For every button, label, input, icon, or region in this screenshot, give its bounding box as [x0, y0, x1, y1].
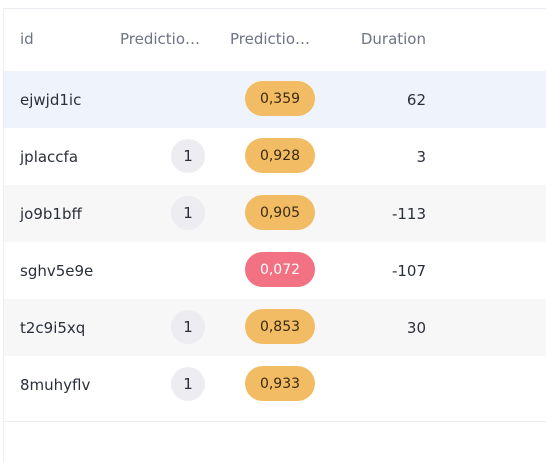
- table-row[interactable]: jplaccfa 1 0,928 3: [4, 128, 546, 185]
- prediction-count-badge: 1: [171, 367, 205, 401]
- table-row[interactable]: t2c9i5xq 1 0,853 30: [4, 299, 546, 356]
- cell-duration: 62: [406, 90, 426, 109]
- column-header-id[interactable]: id: [20, 9, 34, 69]
- column-header-prediction-score[interactable]: Predictio…: [230, 9, 316, 69]
- table-body: ejwjd1ic 0,359 62 jplaccfa 1 0,928 3 jo9b1bff 1 0…: [4, 71, 546, 413]
- table-row[interactable]: jo9b1bff 1 0,905 -113: [4, 185, 546, 242]
- prediction-score-pill: 0,905: [245, 195, 315, 230]
- prediction-score-pill: 0,928: [245, 138, 315, 173]
- table-row[interactable]: sghv5e9e 0,072 -107: [4, 242, 546, 299]
- table-header: id Predictio… Predictio… Duration: [4, 9, 546, 69]
- prediction-score-pill: 0,853: [245, 309, 315, 344]
- data-table: id Predictio… Predictio… Duration ejwjd1…: [3, 8, 546, 462]
- prediction-score-pill: 0,072: [245, 252, 315, 287]
- cell-id: sghv5e9e: [20, 261, 94, 280]
- prediction-count-badge: 1: [171, 310, 205, 344]
- column-header-duration[interactable]: Duration: [344, 9, 426, 69]
- cell-duration: [344, 356, 426, 413]
- cell-id: jo9b1bff: [20, 204, 82, 223]
- prediction-count-badge: 1: [171, 196, 205, 230]
- prediction-score-pill: 0,933: [245, 366, 315, 401]
- table-row[interactable]: ejwjd1ic 0,359 62: [4, 71, 546, 128]
- cell-id: 8muhyflv: [20, 375, 91, 394]
- cell-id: t2c9i5xq: [20, 318, 86, 337]
- cell-id: ejwjd1ic: [20, 90, 82, 109]
- prediction-count-badge: 1: [171, 139, 205, 173]
- column-header-prediction-count[interactable]: Predictio…: [120, 9, 206, 69]
- cell-duration: -107: [391, 261, 426, 280]
- cell-duration: 30: [406, 318, 426, 337]
- cell-id: jplaccfa: [20, 147, 79, 166]
- cell-duration: 3: [416, 147, 426, 166]
- cell-duration: -113: [391, 204, 426, 223]
- prediction-score-pill: 0,359: [245, 81, 315, 116]
- table-footer-divider: [4, 421, 546, 422]
- table-row[interactable]: 8muhyflv 1 0,933: [4, 356, 546, 413]
